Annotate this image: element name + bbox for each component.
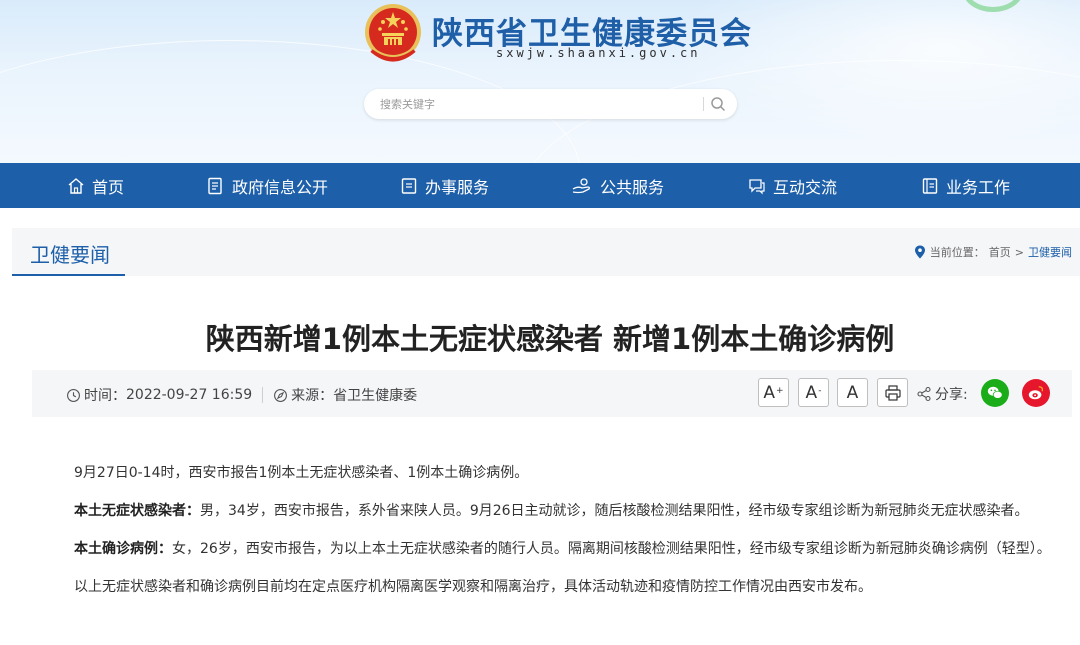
main-nav: 首页 政府信息公开 办事服务 公共服务 互动交流 业务工作 <box>0 163 1080 208</box>
search-box <box>364 89 737 119</box>
home-icon <box>68 177 84 194</box>
font-decrease-button[interactable]: A- <box>798 378 829 407</box>
breadcrumb-label: 当前位置： <box>929 246 985 259</box>
nav-item-services[interactable]: 办事服务 <box>399 163 489 208</box>
book-icon <box>922 177 938 194</box>
nav-item-label: 互动交流 <box>773 177 838 197</box>
time-label: 时间： <box>84 388 126 404</box>
nav-item-label: 公共服务 <box>600 177 665 197</box>
wechat-icon <box>987 386 1003 399</box>
font-default-label: A <box>846 382 859 403</box>
compass-icon <box>274 388 288 402</box>
clipboard-icon <box>401 177 417 194</box>
font-increase-button[interactable]: A + <box>758 378 789 407</box>
section-bar: 卫健要闻 当前位置： 首页 > 卫健要闻 <box>12 228 1080 276</box>
nav-item-label: 办事服务 <box>425 177 490 197</box>
breadcrumb-home-link[interactable]: 首页 <box>989 244 1011 260</box>
wechat-share-button[interactable] <box>981 379 1009 407</box>
clock-icon <box>67 388 80 402</box>
location-pin-icon <box>914 245 925 259</box>
print-icon <box>884 384 901 401</box>
search-divider <box>703 97 704 111</box>
font-increase-label: A <box>763 382 776 403</box>
nav-item-gov-info[interactable]: 政府信息公开 <box>206 163 328 208</box>
breadcrumb-separator: > <box>1014 245 1024 259</box>
article-paragraph: 9月27日0-14时，西安市报告1例本土无症状感染者、1例本土确诊病例。 <box>74 465 529 481</box>
font-default-button[interactable]: A <box>837 378 868 407</box>
weibo-share-button[interactable] <box>1022 379 1050 407</box>
site-header: 陕西省卫生健康委员会 sxwjw.shaanxi.gov.cn <box>0 0 1080 163</box>
article-paragraph: 本土确诊病例：女，26岁，西安市报告，为以上本土无症状感染者的随行人员。隔离期间… <box>74 541 1051 557</box>
search-icon[interactable] <box>710 96 726 112</box>
font-decrease-label: A <box>805 382 818 403</box>
font-decrease-sup: - <box>818 385 822 396</box>
article-paragraph: 以上无症状感染者和确诊病例目前均在定点医疗机构隔离医学观察和隔离治疗，具体活动轨… <box>74 579 872 595</box>
article-paragraph: 本土无症状感染者：男，34岁，西安市报告，系外省来陕人员。9月26日主动就诊，随… <box>74 503 1029 519</box>
share-icon <box>917 386 931 402</box>
breadcrumb: 当前位置： 首页 > 卫健要闻 <box>914 244 1072 260</box>
article-content: 9月27日0-14时，西安市报告1例本土无症状感染者、1例本土确诊病例。 本土无… <box>46 460 1056 612</box>
font-increase-sup: + <box>776 385 784 396</box>
site-url: sxwjw.shaanxi.gov.cn <box>496 46 701 60</box>
document-list-icon <box>208 177 222 194</box>
service-hand-icon <box>572 177 590 193</box>
article-meta-bar: 时间： 2022-09-27 16:59 来源： 省卫生健康委 A+ A- A <box>32 370 1072 417</box>
weibo-icon <box>1028 386 1044 400</box>
breadcrumb-current-link[interactable]: 卫健要闻 <box>1028 244 1072 260</box>
nav-item-label: 首页 <box>92 177 125 197</box>
nav-item-label: 政府信息公开 <box>232 177 329 197</box>
search-input[interactable] <box>380 94 680 114</box>
article-title: 陕西新增1例本土无症状感染者 新增1例本土确诊病例 <box>205 322 895 356</box>
share-label-text: 分享: <box>935 387 968 403</box>
print-button[interactable] <box>877 378 908 407</box>
meta-separator <box>262 387 264 403</box>
time-value: 2022-09-27 16:59 <box>126 387 253 403</box>
nav-item-public-service[interactable]: 公共服务 <box>570 163 664 208</box>
article-meta-info: 时间： 2022-09-27 16:59 来源： 省卫生健康委 <box>66 385 417 405</box>
chat-bubble-icon <box>749 178 765 194</box>
source-label: 来源： <box>291 388 334 404</box>
section-title-underline <box>12 274 125 276</box>
share-label: 分享: <box>916 384 968 404</box>
nav-item-home[interactable]: 首页 <box>66 163 124 208</box>
nav-item-business[interactable]: 业务工作 <box>920 163 1010 208</box>
nav-item-label: 业务工作 <box>946 177 1011 197</box>
section-title: 卫健要闻 <box>30 243 110 267</box>
nav-item-interaction[interactable]: 互动交流 <box>747 163 837 208</box>
source-value: 省卫生健康委 <box>333 388 418 404</box>
national-emblem-icon[interactable] <box>362 0 424 70</box>
